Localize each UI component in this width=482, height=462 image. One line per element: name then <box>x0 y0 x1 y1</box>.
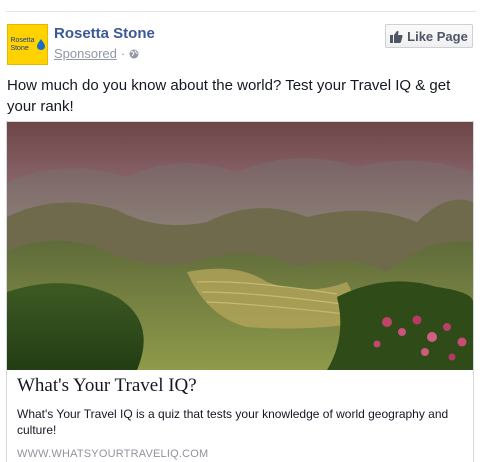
link-card-description: What's Your Travel IQ is a quiz that tes… <box>17 407 449 437</box>
link-card-domain: WWW.WHATSYOURTRAVELIQ.COM <box>17 448 209 460</box>
feed-divider <box>6 11 476 12</box>
link-card[interactable]: What's Your Travel IQ? What's Your Trave… <box>6 121 474 462</box>
like-page-button[interactable]: Like Page <box>385 24 473 48</box>
landscape-photo[interactable] <box>7 122 473 370</box>
post-message: How much do you know about the world? Te… <box>7 77 451 115</box>
page-avatar[interactable]: Rosetta Stone <box>7 24 48 65</box>
link-card-title[interactable]: What's Your Travel IQ? <box>17 375 197 397</box>
logo-wordmark: Rosetta Stone <box>10 36 35 52</box>
rosetta-drop-icon <box>36 39 45 50</box>
thumbs-up-icon <box>390 30 403 43</box>
sponsored-label[interactable]: Sponsored <box>54 46 117 62</box>
globe-icon[interactable] <box>129 49 139 59</box>
post-meta: Sponsored · <box>54 46 139 62</box>
like-page-label: Like Page <box>407 28 468 44</box>
page-name-link[interactable]: Rosetta Stone <box>54 25 155 42</box>
meta-separator: · <box>120 46 126 61</box>
